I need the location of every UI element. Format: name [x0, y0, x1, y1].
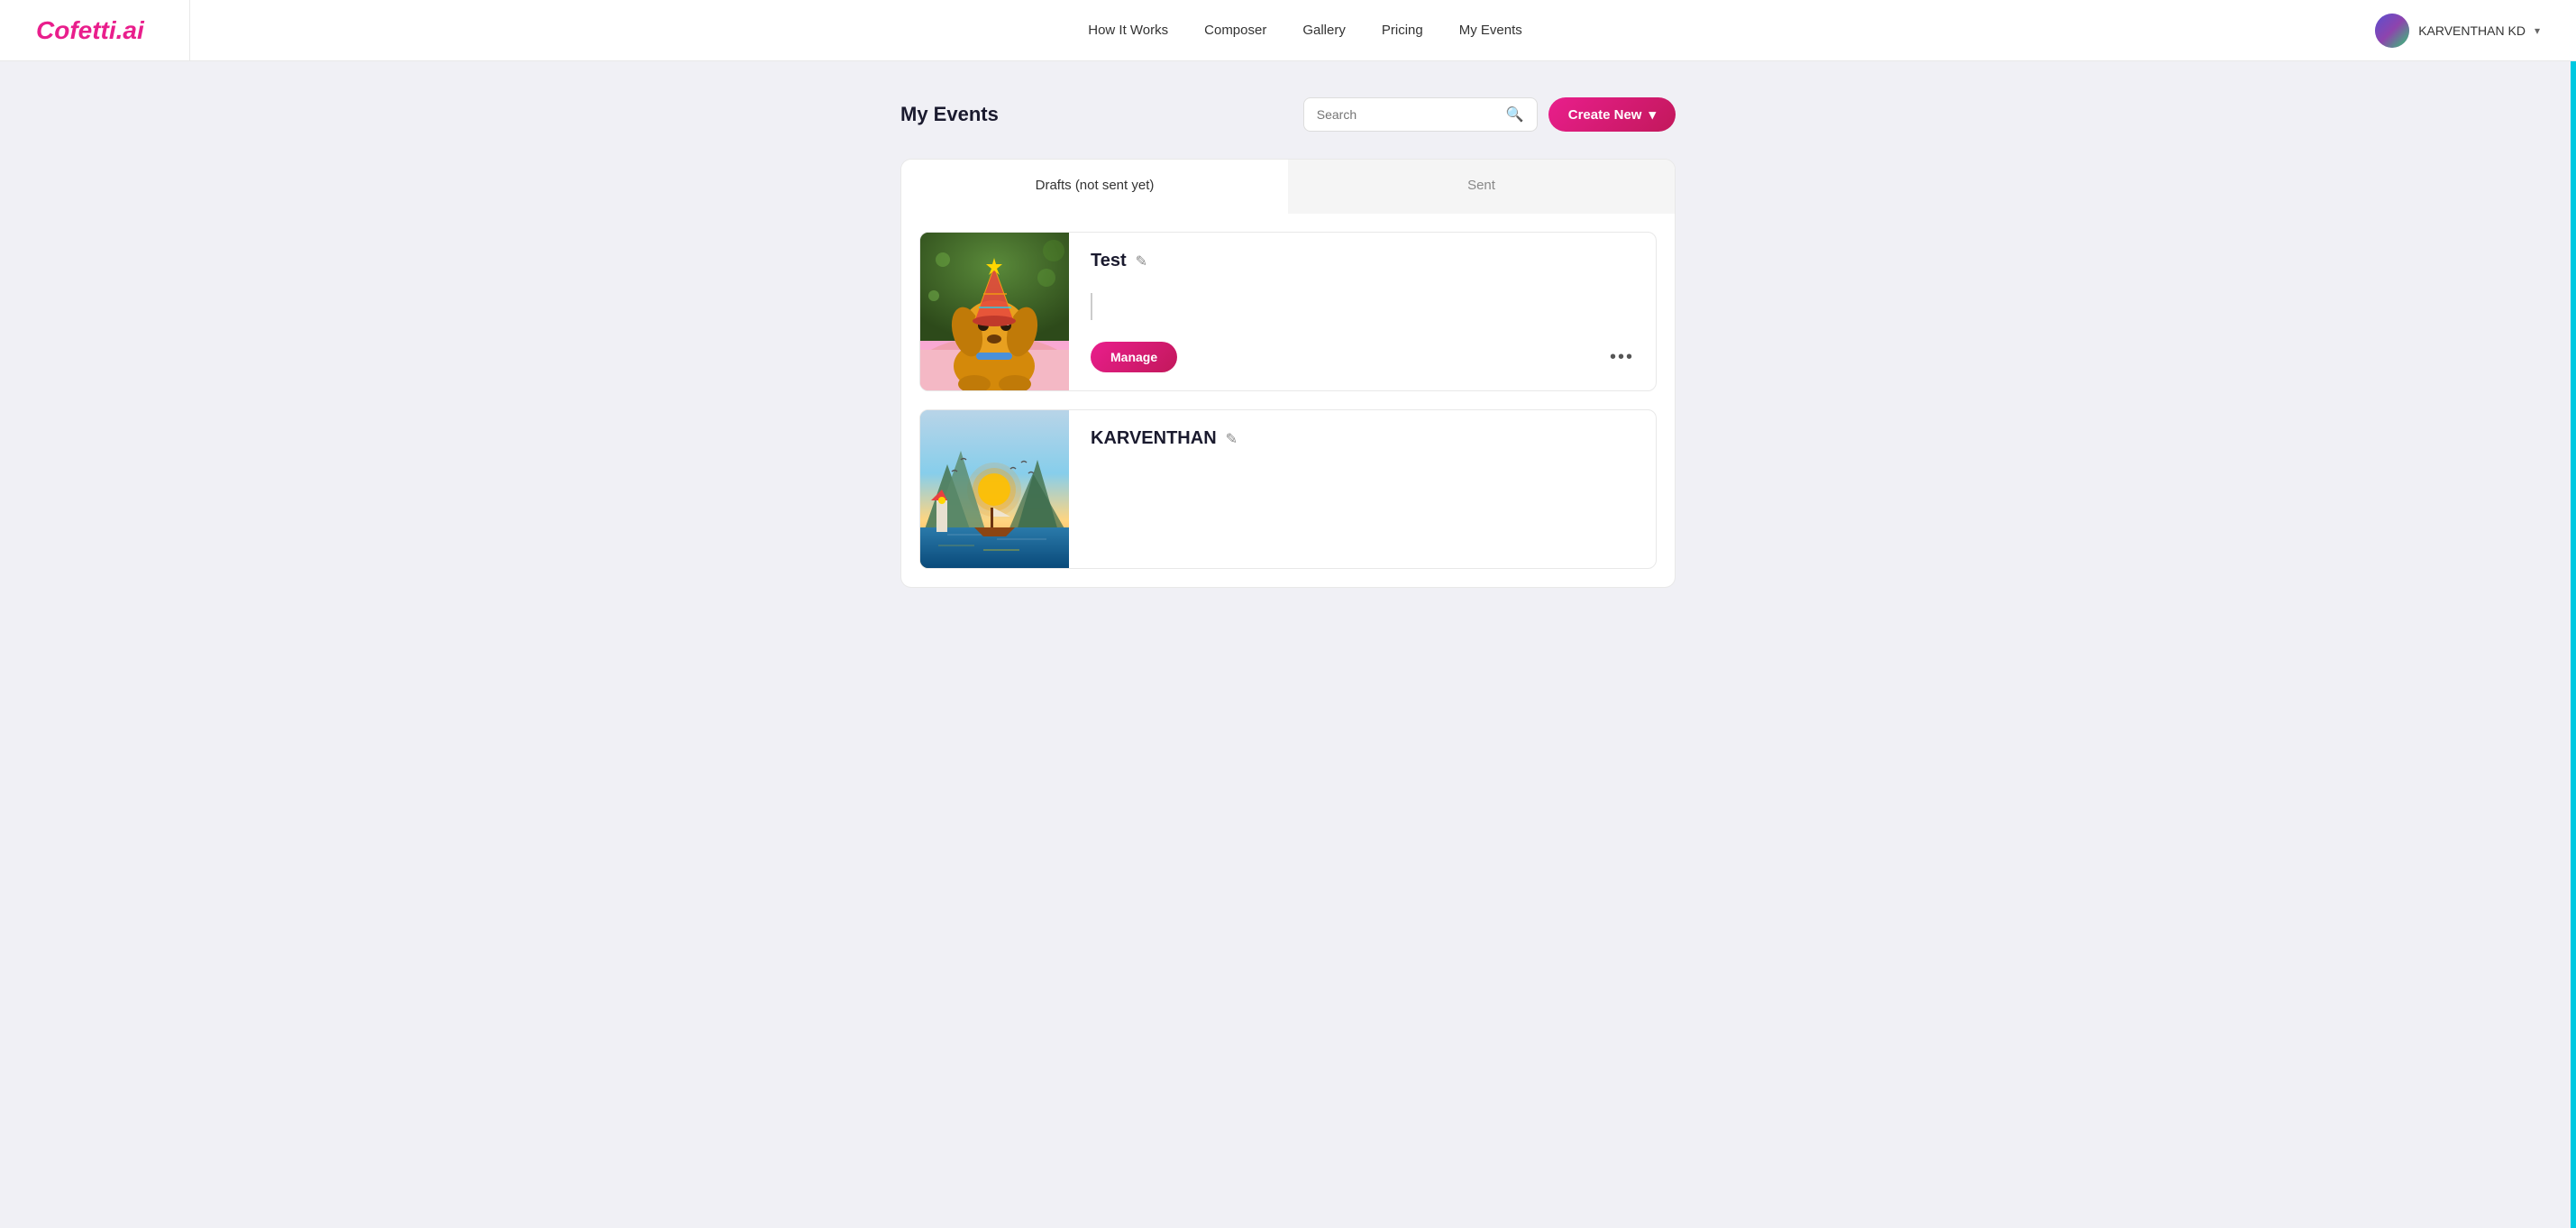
header-actions: 🔍 Create New ▾	[1303, 97, 1676, 132]
main-nav: How It Works Composer Gallery Pricing My…	[235, 23, 2375, 38]
logo[interactable]: Cofetti.ai	[36, 0, 190, 61]
event-title-karventhan: KARVENTHAN	[1091, 428, 1217, 449]
event-content-karventhan: KARVENTHAN ✎	[1069, 410, 1656, 568]
create-new-label: Create New	[1568, 107, 1642, 123]
page-header: My Events 🔍 Create New ▾	[900, 97, 1676, 132]
event-title-test: Test	[1091, 251, 1127, 271]
event-title-row-test: Test ✎	[1091, 251, 1634, 271]
nav-my-events[interactable]: My Events	[1459, 23, 1522, 38]
nav-gallery[interactable]: Gallery	[1302, 23, 1346, 38]
event-content-test: Test ✎ Manage •••	[1069, 233, 1656, 390]
nav-how-it-works[interactable]: How It Works	[1088, 23, 1168, 38]
right-accent-bar	[2571, 61, 2576, 1228]
event-image-karventhan	[920, 410, 1069, 568]
manage-button-test[interactable]: Manage	[1091, 342, 1177, 372]
event-card-test: Test ✎ Manage •••	[919, 232, 1657, 391]
search-icon: 🔍	[1506, 105, 1524, 124]
event-divider-test	[1091, 293, 1092, 320]
nav-composer[interactable]: Composer	[1204, 23, 1266, 38]
user-menu[interactable]: KARVENTHAN KD ▾	[2375, 14, 2540, 48]
tab-drafts[interactable]: Drafts (not sent yet)	[901, 160, 1288, 214]
page-title: My Events	[900, 103, 999, 126]
main-content: My Events 🔍 Create New ▾ Drafts (not sen…	[882, 61, 1694, 624]
more-options-icon-test[interactable]: •••	[1610, 347, 1634, 368]
edit-icon-test[interactable]: ✎	[1136, 252, 1147, 270]
search-input[interactable]	[1317, 107, 1506, 122]
event-image-test	[920, 233, 1069, 390]
create-new-chevron-icon: ▾	[1649, 106, 1656, 123]
user-menu-chevron-icon: ▾	[2535, 24, 2540, 37]
create-new-button[interactable]: Create New ▾	[1548, 97, 1676, 132]
event-card-karventhan: KARVENTHAN ✎	[919, 409, 1657, 569]
edit-icon-karventhan[interactable]: ✎	[1226, 430, 1238, 448]
nav-pricing[interactable]: Pricing	[1382, 23, 1423, 38]
tab-sent[interactable]: Sent	[1288, 160, 1675, 214]
header: Cofetti.ai How It Works Composer Gallery…	[0, 0, 2576, 61]
user-name: KARVENTHAN KD	[2418, 23, 2526, 38]
event-actions-test: Manage •••	[1091, 342, 1634, 372]
search-container: 🔍	[1303, 97, 1538, 132]
events-list: Test ✎ Manage •••	[900, 214, 1676, 588]
event-title-row-karventhan: KARVENTHAN ✎	[1091, 428, 1634, 449]
tabs-container: Drafts (not sent yet) Sent	[900, 159, 1676, 214]
avatar	[2375, 14, 2409, 48]
